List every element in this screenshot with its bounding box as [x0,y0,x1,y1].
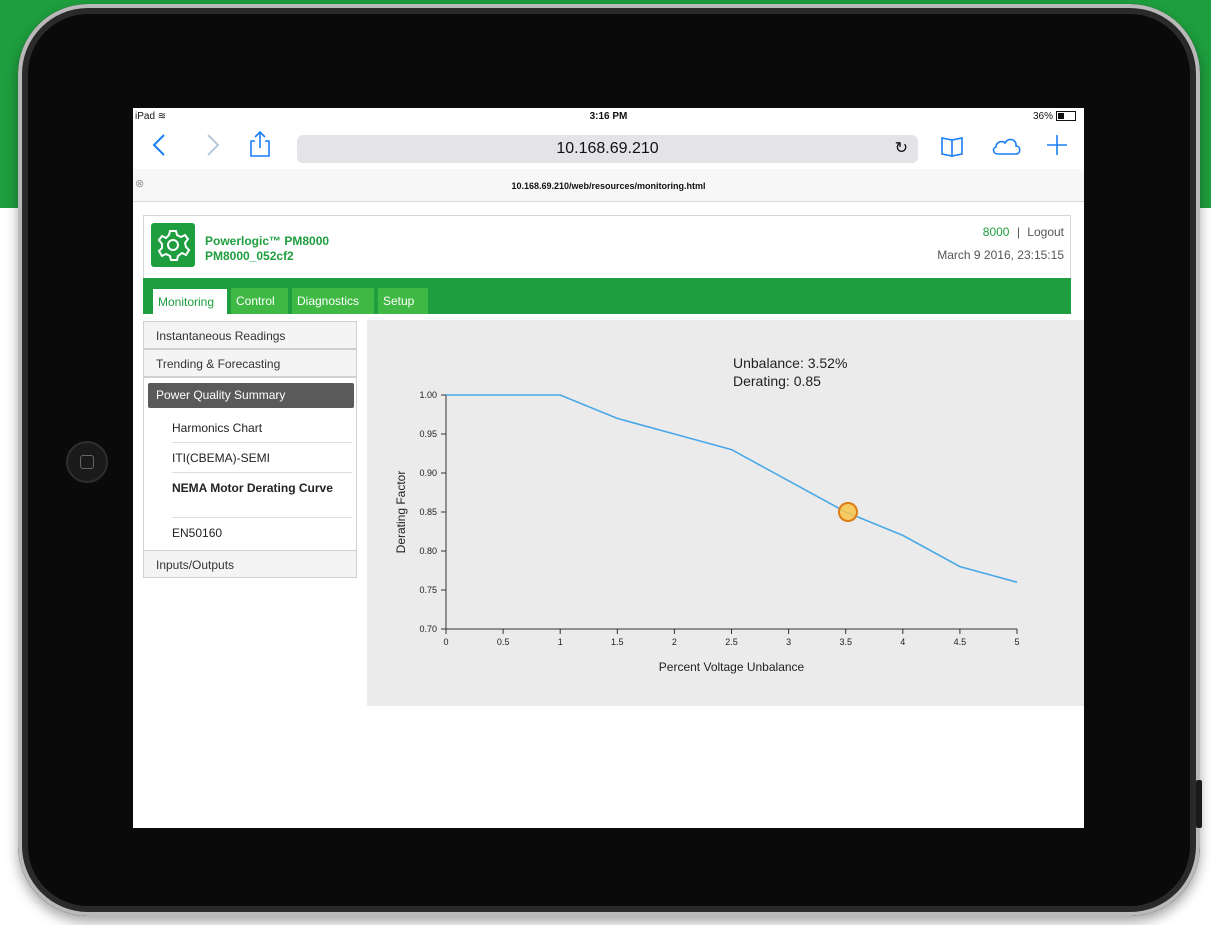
tab-monitoring[interactable]: Monitoring [152,288,228,314]
x-tick-label: 0.5 [497,637,510,647]
logout-link[interactable]: Logout [1027,225,1064,239]
x-tick-label: 4 [900,637,905,647]
derating-curve [446,394,1018,583]
y-tick-label: 0.75 [419,585,437,595]
chart-panel: Unbalance: 3.52% Derating: 0.85 0 0.5 1 1.5… [367,320,1084,706]
sidebar-subitem-iti-cbema-semi[interactable]: ITI(CBEMA)-SEMI [172,443,352,473]
derating-chart: 0 0.5 1 1.5 2 2.5 3 3.5 4 4.5 5 0.70 0.75 0.80 0.85 0.9… [394,390,1020,674]
tab-control[interactable]: Control [231,288,288,314]
sidebar-item-instantaneous-readings[interactable]: Instantaneous Readings [143,321,357,349]
tab-title[interactable]: 10.168.69.210/web/resources/monitoring.h… [133,181,1084,191]
address-text: 10.168.69.210 [556,140,659,157]
user-area: 8000 | Logout [983,225,1064,239]
user-link[interactable]: 8000 [983,225,1010,239]
y-tick-label: 0.85 [419,507,437,517]
sidebar-subitem-nema-motor-derating[interactable]: NEMA Motor Derating Curve [172,473,352,518]
x-axis-title: Percent Voltage Unbalance [659,660,805,674]
sidebar-subitem-harmonics-chart[interactable]: Harmonics Chart [172,413,352,443]
x-tick-label: 3.5 [839,637,852,647]
main-nav: Monitoring Control Diagnostics Setup [143,278,1071,314]
x-tick-label: 0 [443,637,448,647]
y-tick-label: 1.00 [419,390,437,400]
app-header: Powerlogic™ PM8000 PM8000_052cf2 8000 | … [143,215,1071,280]
battery-status: 36% [1033,111,1076,122]
separator: | [1016,225,1020,239]
datetime: March 9 2016, 23:15:15 [937,248,1064,262]
x-tick-label: 4.5 [954,637,967,647]
x-tick-label: 5 [1014,637,1019,647]
address-bar[interactable]: 10.168.69.210 ↻ [297,135,918,163]
new-tab-icon[interactable] [1045,133,1069,162]
x-tick-label: 1.5 [611,637,624,647]
side-button [1196,780,1202,828]
home-button[interactable] [66,441,108,483]
x-tick-label: 2 [672,637,677,647]
reload-icon[interactable]: ↻ [895,135,908,163]
ipad-screen: iPad ≋ 3:16 PM 36% 10.168.69.210 ↻ ⊗ 10.… [133,108,1084,828]
tab-setup[interactable]: Setup [378,288,428,314]
browser-toolbar: 10.168.69.210 ↻ [133,126,1084,168]
gear-icon [151,223,195,267]
sidebar-subitem-en50160[interactable]: EN50160 [172,518,352,548]
cloud-tabs-icon[interactable] [990,134,1022,162]
browser-tab-bar: ⊗ 10.168.69.210/web/resources/monitoring… [133,169,1084,202]
pm8000-web-app: Powerlogic™ PM8000 PM8000_052cf2 8000 | … [143,215,1084,721]
status-bar: iPad ≋ 3:16 PM 36% [133,108,1084,126]
product-name: Powerlogic™ PM8000 [205,234,330,248]
y-axis-title: Derating Factor [394,471,408,554]
operating-point-marker [837,502,858,522]
status-time: 3:16 PM [589,111,628,122]
back-icon[interactable] [151,132,167,163]
x-tick-label: 2.5 [725,637,738,647]
sidebar-item-trending-forecasting[interactable]: Trending & Forecasting [143,349,357,377]
share-icon[interactable] [249,130,271,163]
y-tick-label: 0.95 [419,429,437,439]
y-tick-label: 0.70 [419,624,437,634]
y-tick-label: 0.80 [419,546,437,556]
y-tick-label: 0.90 [419,468,437,478]
device-name: PM8000_052cf2 [205,249,294,263]
bookmarks-icon[interactable] [940,134,964,162]
x-tick-label: 1 [558,637,563,647]
sidebar-item-inputs-outputs[interactable]: Inputs/Outputs [143,550,357,578]
derating-readout: Derating: 0.85 [733,373,821,389]
tab-diagnostics[interactable]: Diagnostics [292,288,374,314]
unbalance-readout: Unbalance: 3.52% [733,355,848,371]
forward-icon[interactable] [205,132,221,163]
x-tick-label: 3 [786,637,791,647]
sidebar-item-power-quality-summary[interactable]: Power Quality Summary [148,383,354,408]
battery-icon [1056,111,1076,122]
